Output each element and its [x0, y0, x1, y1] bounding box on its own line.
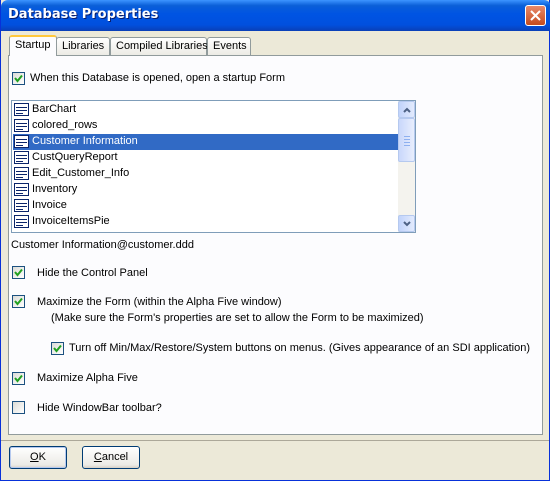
ok-mnemonic: O [30, 451, 39, 463]
form-icon [14, 215, 29, 228]
hide-windowbar-label: Hide WindowBar toolbar? [37, 402, 162, 414]
maximize-form-note: (Make sure the Form's properties are set… [51, 312, 424, 324]
list-item-label: Edit_Customer_Info [32, 167, 130, 179]
chevron-down-icon [403, 221, 411, 227]
hide-control-panel-label: Hide the Control Panel [37, 267, 148, 279]
list-item[interactable]: CustQueryReport [13, 150, 398, 166]
title-bar[interactable]: Database Properties [1, 0, 550, 31]
list-item[interactable]: colored_rows [13, 118, 398, 134]
form-icon [14, 119, 29, 132]
list-item-label: CustQueryReport [32, 151, 118, 163]
cancel-button[interactable]: Cancel [82, 446, 140, 469]
selected-form-path: Customer Information@customer.ddd [11, 239, 194, 251]
tab-compiled-libraries[interactable]: Compiled Libraries [110, 37, 208, 55]
scroll-down-button[interactable] [398, 215, 415, 232]
checkmark-icon [14, 374, 23, 383]
window-title: Database Properties [8, 7, 159, 22]
list-item[interactable]: BarChart [13, 102, 398, 118]
turn-off-buttons-checkbox[interactable] [51, 342, 64, 355]
button-separator [1, 440, 549, 441]
tab-compiled-libraries-label: Compiled Libraries [116, 40, 208, 52]
form-icon [14, 183, 29, 196]
ok-label: K [38, 451, 46, 463]
maximize-form-label: Maximize the Form (within the Alpha Five… [37, 296, 282, 308]
scroll-up-button[interactable] [398, 101, 415, 118]
maximize-alpha-five-label: Maximize Alpha Five [37, 372, 138, 384]
form-icon [14, 135, 29, 148]
maximize-form-checkbox[interactable] [12, 295, 25, 308]
form-icon [14, 167, 29, 180]
checkmark-icon [14, 268, 23, 277]
turn-off-buttons-label: Turn off Min/Max/Restore/System buttons … [69, 342, 531, 354]
form-icon [14, 151, 29, 164]
open-startup-form-label: When this Database is opened, open a sta… [30, 72, 285, 84]
list-item[interactable]: Inventory [13, 182, 398, 198]
list-item-label: Customer Information [32, 135, 138, 147]
close-button[interactable] [525, 5, 546, 26]
tab-events[interactable]: Events [207, 37, 251, 55]
tab-libraries[interactable]: Libraries [56, 37, 110, 55]
checkmark-icon [14, 297, 23, 306]
form-icon [14, 199, 29, 212]
form-icon [14, 103, 29, 116]
list-scrollbar[interactable] [398, 101, 415, 232]
list-item[interactable]: Invoice [13, 198, 398, 214]
checkmark-icon [14, 74, 23, 83]
tab-events-label: Events [213, 40, 247, 52]
hide-control-panel-checkbox[interactable] [12, 266, 25, 279]
ok-button[interactable]: OK [9, 446, 67, 469]
cancel-mnemonic: C [93, 451, 102, 463]
tab-libraries-label: Libraries [62, 40, 105, 52]
list-item[interactable]: Edit_Customer_Info [13, 166, 398, 182]
open-startup-form-checkbox[interactable] [12, 72, 25, 85]
tab-startup-label: Startup [15, 39, 51, 51]
scroll-thumb[interactable] [398, 118, 415, 162]
hide-windowbar-checkbox[interactable] [12, 401, 25, 414]
list-item-label: Invoice [32, 199, 67, 211]
chevron-up-icon [403, 107, 411, 113]
database-properties-dialog: Database Properties Startup Libraries Co… [0, 0, 550, 481]
list-item[interactable]: InvoiceItemsPie [13, 214, 398, 230]
list-item-selected[interactable]: Customer Information [13, 134, 398, 150]
startup-form-list[interactable]: BarChart colored_rows Customer Informati… [11, 100, 416, 233]
list-item-label: InvoiceItemsPie [32, 215, 110, 227]
tab-startup[interactable]: Startup [9, 35, 57, 56]
list-item-label: BarChart [32, 103, 77, 115]
maximize-alpha-five-checkbox[interactable] [12, 372, 25, 385]
list-item-label: colored_rows [32, 119, 98, 131]
close-icon [530, 10, 541, 21]
cancel-label: ancel [101, 451, 129, 463]
checkmark-icon [53, 344, 62, 353]
list-item-label: Inventory [32, 183, 78, 195]
